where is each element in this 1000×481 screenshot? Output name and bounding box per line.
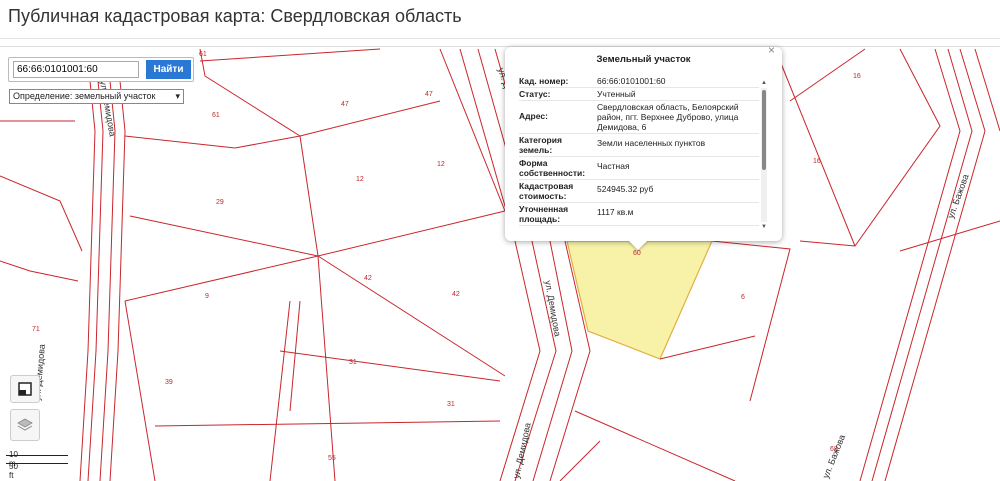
popup-scrollbar[interactable]: ▲ ▼ bbox=[761, 80, 767, 230]
popup-table: Кад. номер: 66:66:0101001:60 Статус: Учтен… bbox=[519, 75, 759, 233]
popup-row: Статус: Учтенный bbox=[519, 88, 759, 101]
parcel-label: 16 bbox=[813, 158, 821, 165]
parcel-info-popup: × Земельный участок Кад. номер: 66:66:010… bbox=[505, 43, 782, 241]
map-canvas[interactable]: 61 61 47 47 12 12 29 9 42 42 31 31 39 55… bbox=[0, 47, 1000, 481]
parcel-label: 61 bbox=[212, 112, 220, 119]
popup-value: 1117 кв.м bbox=[597, 207, 634, 217]
basemap-toggle-button[interactable] bbox=[10, 375, 40, 403]
find-button[interactable]: Найти bbox=[146, 60, 191, 79]
parcel-label: 12 bbox=[356, 176, 364, 183]
street-label: ул. Бажова bbox=[821, 433, 848, 480]
popup-value: Свердловская область, Белоярский район, … bbox=[597, 102, 739, 132]
parcel-label: 55 bbox=[328, 455, 336, 462]
popup-key: Кад. номер: bbox=[519, 76, 569, 86]
search-panel: Найти bbox=[8, 57, 194, 82]
scroll-down-icon[interactable]: ▼ bbox=[761, 224, 767, 230]
parcel-label: 31 bbox=[349, 359, 357, 366]
parcel-label: 47 bbox=[341, 101, 349, 108]
parcel-boundaries bbox=[0, 48, 1000, 481]
popup-key: Статус: bbox=[519, 89, 551, 99]
popup-key: Кадастровая стоимость: bbox=[519, 181, 574, 201]
scale-imperial: 50 ft bbox=[9, 462, 18, 480]
parcel-label: 16 bbox=[853, 73, 861, 80]
map-toggle-icon bbox=[18, 382, 32, 396]
parcel-label: 42 bbox=[452, 291, 460, 298]
popup-key: Уточненная площадь: bbox=[519, 204, 569, 224]
parcel-label: 61 bbox=[199, 51, 207, 58]
popup-value: 524945.32 руб bbox=[597, 184, 654, 194]
popup-row: Кадастровая стоимость: 524945.32 руб bbox=[519, 180, 759, 203]
popup-value: 66:66:0101001:60 bbox=[597, 76, 666, 86]
definition-label: Определение: bbox=[13, 91, 73, 101]
popup-row: Уточненная площадь: 1117 кв.м bbox=[519, 203, 759, 226]
street-label: ул. Бажова bbox=[945, 173, 970, 220]
cadastral-map[interactable]: 61 61 47 47 12 12 29 9 42 42 31 31 39 55… bbox=[0, 46, 1000, 481]
definition-select[interactable]: Определение: земельный участок ▾ bbox=[9, 89, 184, 104]
popup-pointer bbox=[628, 240, 648, 250]
parcel-label: 31 bbox=[447, 401, 455, 408]
parcel-label: 71 bbox=[32, 326, 40, 333]
parcel-label: 47 bbox=[425, 91, 433, 98]
popup-title: Земельный участок bbox=[596, 54, 691, 65]
street-label: ул. Демидова bbox=[511, 422, 533, 480]
popup-row: Категория земель: Земли населенных пункто… bbox=[519, 134, 759, 157]
popup-value: Земли населенных пунктов bbox=[597, 138, 706, 148]
scroll-up-icon[interactable]: ▲ bbox=[761, 80, 767, 86]
parcel-label: 42 bbox=[364, 275, 372, 282]
parcel-label: 60 bbox=[633, 250, 641, 257]
popup-row: Адрес: Свердловская область, Белоярский р… bbox=[519, 101, 759, 134]
popup-row: Форма собственности: Частная bbox=[519, 157, 759, 180]
popup-row: Кад. номер: 66:66:0101001:60 bbox=[519, 75, 759, 88]
popup-value: Частная bbox=[597, 161, 630, 171]
popup-key: Категория земель: bbox=[519, 135, 562, 155]
page-title: Публичная кадастровая карта: Свердловска… bbox=[8, 6, 462, 26]
chevron-down-icon: ▾ bbox=[175, 91, 180, 101]
parcel-label: 9 bbox=[205, 293, 209, 300]
parcel-label: 39 bbox=[165, 379, 173, 386]
popup-key: Форма собственности: bbox=[519, 158, 586, 178]
title-divider bbox=[0, 38, 1000, 39]
parcel-label: 29 bbox=[216, 199, 224, 206]
parcel-label: 6 bbox=[741, 294, 745, 301]
layers-icon bbox=[17, 418, 33, 431]
popup-value: Учтенный bbox=[597, 89, 636, 99]
popup-key: Адрес: bbox=[519, 111, 548, 121]
parcel-label: 12 bbox=[437, 161, 445, 168]
selected-parcel[interactable] bbox=[566, 240, 713, 360]
scroll-thumb[interactable] bbox=[762, 90, 766, 170]
cadastral-number-input[interactable] bbox=[13, 61, 139, 78]
definition-value: земельный участок bbox=[74, 91, 156, 101]
layers-button[interactable] bbox=[10, 409, 40, 441]
